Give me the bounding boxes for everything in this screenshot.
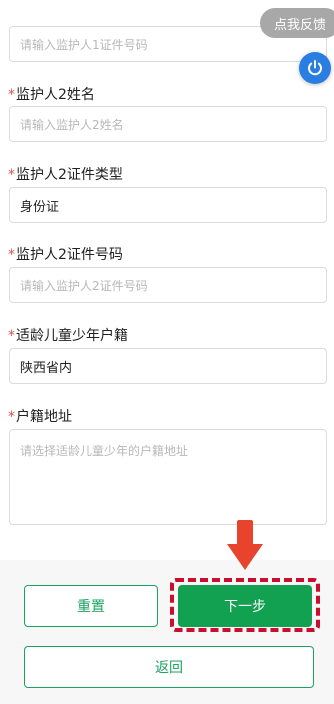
guardian2-name-label-text: 监护人2姓名 bbox=[16, 87, 95, 103]
required-mark: * bbox=[8, 409, 15, 425]
household-address-picker[interactable]: 请选择适龄儿童少年的户籍地址 bbox=[9, 429, 327, 525]
feedback-label: 点我反馈 bbox=[273, 17, 326, 33]
power-button[interactable] bbox=[299, 52, 331, 84]
child-household-select[interactable]: 陕西省内 bbox=[9, 348, 327, 384]
required-mark: * bbox=[8, 328, 15, 344]
child-household-label-text: 适龄儿童少年户籍 bbox=[16, 328, 128, 344]
guardian2-id-type-label: *监护人2证件类型 bbox=[8, 164, 123, 184]
back-button[interactable]: 返回 bbox=[24, 646, 314, 688]
required-mark: * bbox=[8, 87, 15, 103]
child-household-label: *适龄儿童少年户籍 bbox=[8, 325, 128, 345]
reset-button[interactable]: 重置 bbox=[24, 585, 158, 627]
household-address-label-text: 户籍地址 bbox=[16, 409, 72, 425]
guardian2-id-number-label: *监护人2证件号码 bbox=[8, 244, 123, 264]
feedback-button[interactable]: 点我反馈 bbox=[259, 8, 334, 38]
power-icon bbox=[308, 60, 322, 76]
highlight-frame bbox=[170, 578, 320, 632]
guardian2-id-number-input[interactable]: 请输入监护人2证件号码 bbox=[9, 267, 327, 303]
guardian2-id-type-select[interactable]: 身份证 bbox=[9, 187, 327, 223]
guardian2-name-input[interactable]: 请输入监护人2姓名 bbox=[9, 106, 327, 142]
form-screen: 请输入监护人1证件号码 *监护人2姓名 请输入监护人2姓名 *监护人2证件类型 … bbox=[0, 0, 334, 704]
household-address-label: *户籍地址 bbox=[8, 406, 72, 426]
required-mark: * bbox=[8, 167, 15, 183]
pointer-arrow-icon bbox=[227, 520, 263, 570]
guardian2-id-number-label-text: 监护人2证件号码 bbox=[16, 247, 123, 263]
required-mark: * bbox=[8, 247, 15, 263]
guardian2-name-label: *监护人2姓名 bbox=[8, 84, 95, 104]
guardian2-id-type-label-text: 监护人2证件类型 bbox=[16, 167, 123, 183]
